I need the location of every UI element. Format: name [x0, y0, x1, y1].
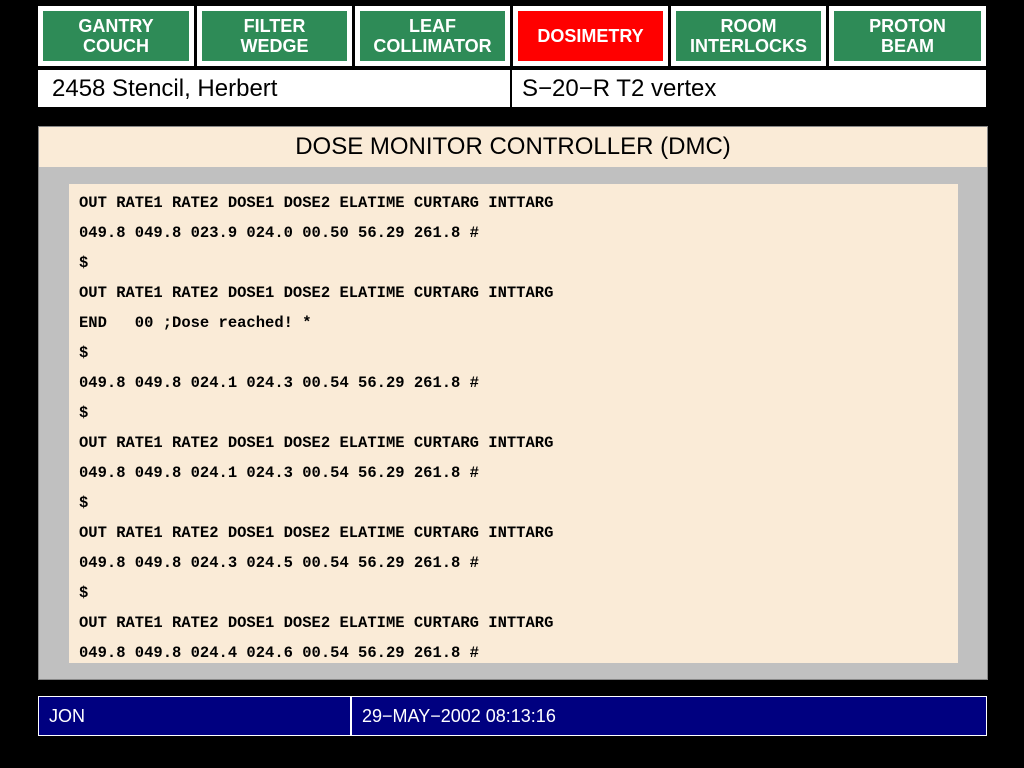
tab-label: LEAF COLLIMATOR: [360, 11, 505, 61]
tab-label: ROOM INTERLOCKS: [676, 11, 821, 61]
terminal-line: 049.8 049.8 024.1 024.3 00.54 56.29 261.…: [79, 374, 479, 392]
tab-gantry-couch[interactable]: GANTRY COUCH: [38, 6, 194, 66]
tab-label: FILTER WEDGE: [202, 11, 347, 61]
terminal-line: 049.8 049.8 024.4 024.6 00.54 56.29 261.…: [79, 644, 479, 662]
operator-name: JON: [39, 697, 352, 735]
terminal-line: OUT RATE1 RATE2 DOSE1 DOSE2 ELATIME CURT…: [79, 524, 554, 542]
date-time: 29−MAY−2002 08:13:16: [362, 705, 556, 726]
dmc-panel: DOSE MONITOR CONTROLLER (DMC) OUT RATE1 …: [38, 126, 988, 680]
tab-room-interlocks[interactable]: ROOM INTERLOCKS: [671, 6, 826, 66]
terminal-line: OUT RATE1 RATE2 DOSE1 DOSE2 ELATIME CURT…: [79, 614, 554, 632]
terminal-line: 049.8 049.8 023.9 024.0 00.50 56.29 261.…: [79, 224, 479, 242]
tab-label: GANTRY COUCH: [43, 11, 189, 61]
terminal-line: OUT RATE1 RATE2 DOSE1 DOSE2 ELATIME CURT…: [79, 284, 554, 302]
treatment-field: S−20−R T2 vertex: [522, 74, 717, 102]
tab-label: PROTON BEAM: [834, 11, 981, 61]
patient-name: 2458 Stencil, Herbert: [38, 70, 512, 107]
terminal-line: $: [79, 254, 89, 272]
terminal-line: $: [79, 494, 89, 512]
status-bar: JON 29−MAY−2002 08:13:16: [38, 696, 987, 736]
terminal-line: END 00 ;Dose reached! *: [79, 314, 312, 332]
terminal-line: OUT RATE1 RATE2 DOSE1 DOSE2 ELATIME CURT…: [79, 434, 554, 452]
terminal-line: $: [79, 584, 89, 602]
terminal-line: OUT RATE1 RATE2 DOSE1 DOSE2 ELATIME CURT…: [79, 194, 554, 212]
terminal-line: 049.8 049.8 024.1 024.3 00.54 56.29 261.…: [79, 464, 479, 482]
tab-label: DOSIMETRY: [518, 11, 663, 61]
panel-title: DOSE MONITOR CONTROLLER (DMC): [39, 127, 987, 167]
terminal-line: 049.8 049.8 024.3 024.5 00.54 56.29 261.…: [79, 554, 479, 572]
terminal-output[interactable]: OUT RATE1 RATE2 DOSE1 DOSE2 ELATIME CURT…: [69, 184, 958, 663]
terminal-line: $: [79, 404, 89, 422]
tab-dosimetry[interactable]: DOSIMETRY: [513, 6, 668, 66]
tab-leaf-collimator[interactable]: LEAF COLLIMATOR: [355, 6, 510, 66]
terminal-line: $: [79, 344, 89, 362]
patient-bar: 2458 Stencil, Herbert S−20−R T2 vertex: [38, 70, 986, 107]
tab-filter-wedge[interactable]: FILTER WEDGE: [197, 6, 352, 66]
tab-bar: GANTRY COUCH FILTER WEDGE LEAF COLLIMATO…: [38, 6, 986, 66]
tab-proton-beam[interactable]: PROTON BEAM: [829, 6, 986, 66]
